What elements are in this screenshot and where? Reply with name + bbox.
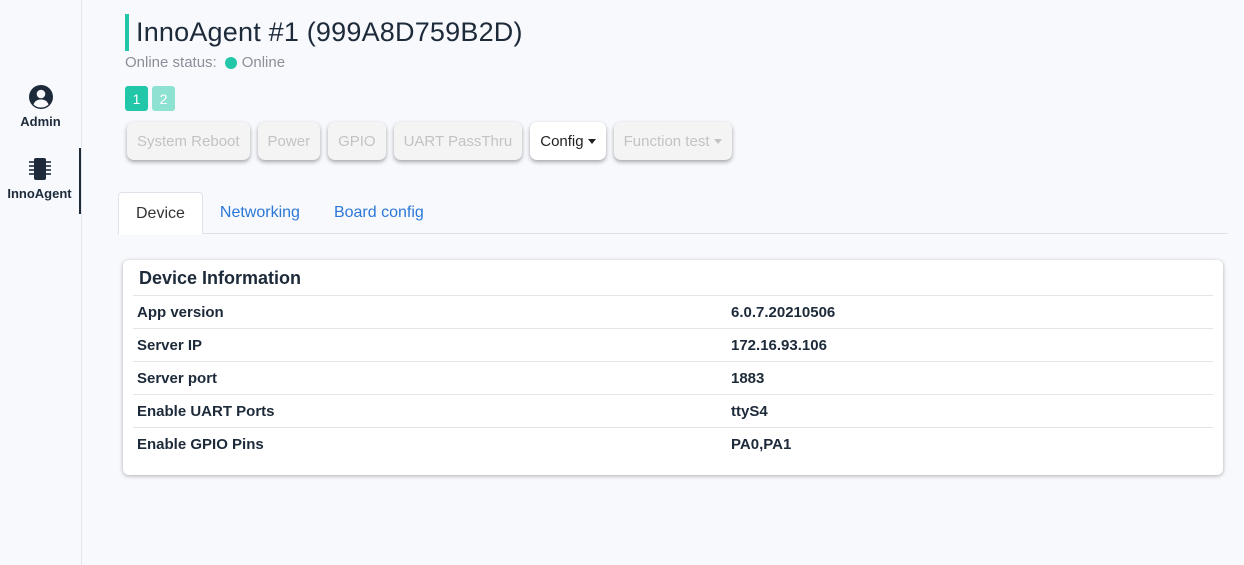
online-status: Online status: Online — [125, 54, 285, 71]
info-row: Enable UART Ports ttyS4 — [133, 394, 1213, 427]
tab-device[interactable]: Device — [118, 192, 203, 235]
info-key: Server IP — [137, 336, 203, 354]
info-key: App version — [137, 303, 224, 321]
sidebar-item-label: InnoAgent — [7, 186, 72, 201]
tab-board-config[interactable]: Board config — [317, 192, 441, 234]
chip-icon — [27, 157, 53, 186]
gpio-button[interactable]: GPIO — [328, 122, 386, 160]
status-value: Online — [241, 54, 286, 71]
info-value: 1883 — [731, 369, 765, 387]
sidebar-item-label: Admin — [20, 114, 61, 129]
status-dot-icon — [224, 56, 237, 69]
sidebar-item-innoagent[interactable]: InnoAgent — [0, 148, 81, 214]
page-title-bar: InnoAgent #1 (999A8D759B2D) — [125, 14, 523, 51]
uart-passthru-button[interactable]: UART PassThru — [393, 122, 523, 160]
config-label: Config — [540, 132, 584, 150]
info-value: ttyS4 — [731, 402, 768, 420]
page-title: InnoAgent #1 (999A8D759B2D) — [136, 17, 523, 47]
user-circle-icon — [28, 85, 53, 114]
caret-down-icon — [713, 139, 722, 144]
info-value: 172.16.93.106 — [731, 336, 827, 354]
config-dropdown-button[interactable]: Config — [530, 122, 606, 160]
device-information-card: Device Information App version 6.0.7.202… — [123, 260, 1223, 475]
page-button-2[interactable]: 2 — [152, 86, 175, 111]
info-row: App version 6.0.7.20210506 — [133, 295, 1213, 328]
sidebar-item-admin[interactable]: Admin — [0, 85, 81, 141]
action-toolbar: System Reboot Power GPIO UART PassThru C… — [127, 122, 740, 160]
info-value: PA0,PA1 — [731, 435, 792, 453]
info-key: Server port — [137, 369, 218, 387]
tab-bar: Device Networking Board config — [118, 192, 1228, 235]
info-key: Enable UART Ports — [137, 402, 275, 420]
sidebar: Admin InnoAgent — [0, 0, 82, 565]
function-test-label: Function test — [623, 132, 710, 150]
card-title: Device Information — [139, 268, 302, 288]
page-button-1[interactable]: 1 — [125, 86, 148, 111]
function-test-dropdown-button[interactable]: Function test — [613, 122, 732, 160]
info-key: Enable GPIO Pins — [137, 435, 264, 453]
power-button[interactable]: Power — [257, 122, 321, 160]
info-row: Enable GPIO Pins PA0,PA1 — [133, 427, 1213, 460]
pagination: 1 2 — [125, 86, 175, 111]
caret-down-icon — [587, 139, 596, 144]
system-reboot-button[interactable]: System Reboot — [127, 122, 250, 160]
status-label: Online status: — [125, 54, 217, 71]
info-row: Server IP 172.16.93.106 — [133, 328, 1213, 361]
info-row: Server port 1883 — [133, 361, 1213, 394]
tab-networking[interactable]: Networking — [203, 192, 317, 234]
info-value: 6.0.7.20210506 — [731, 303, 836, 321]
